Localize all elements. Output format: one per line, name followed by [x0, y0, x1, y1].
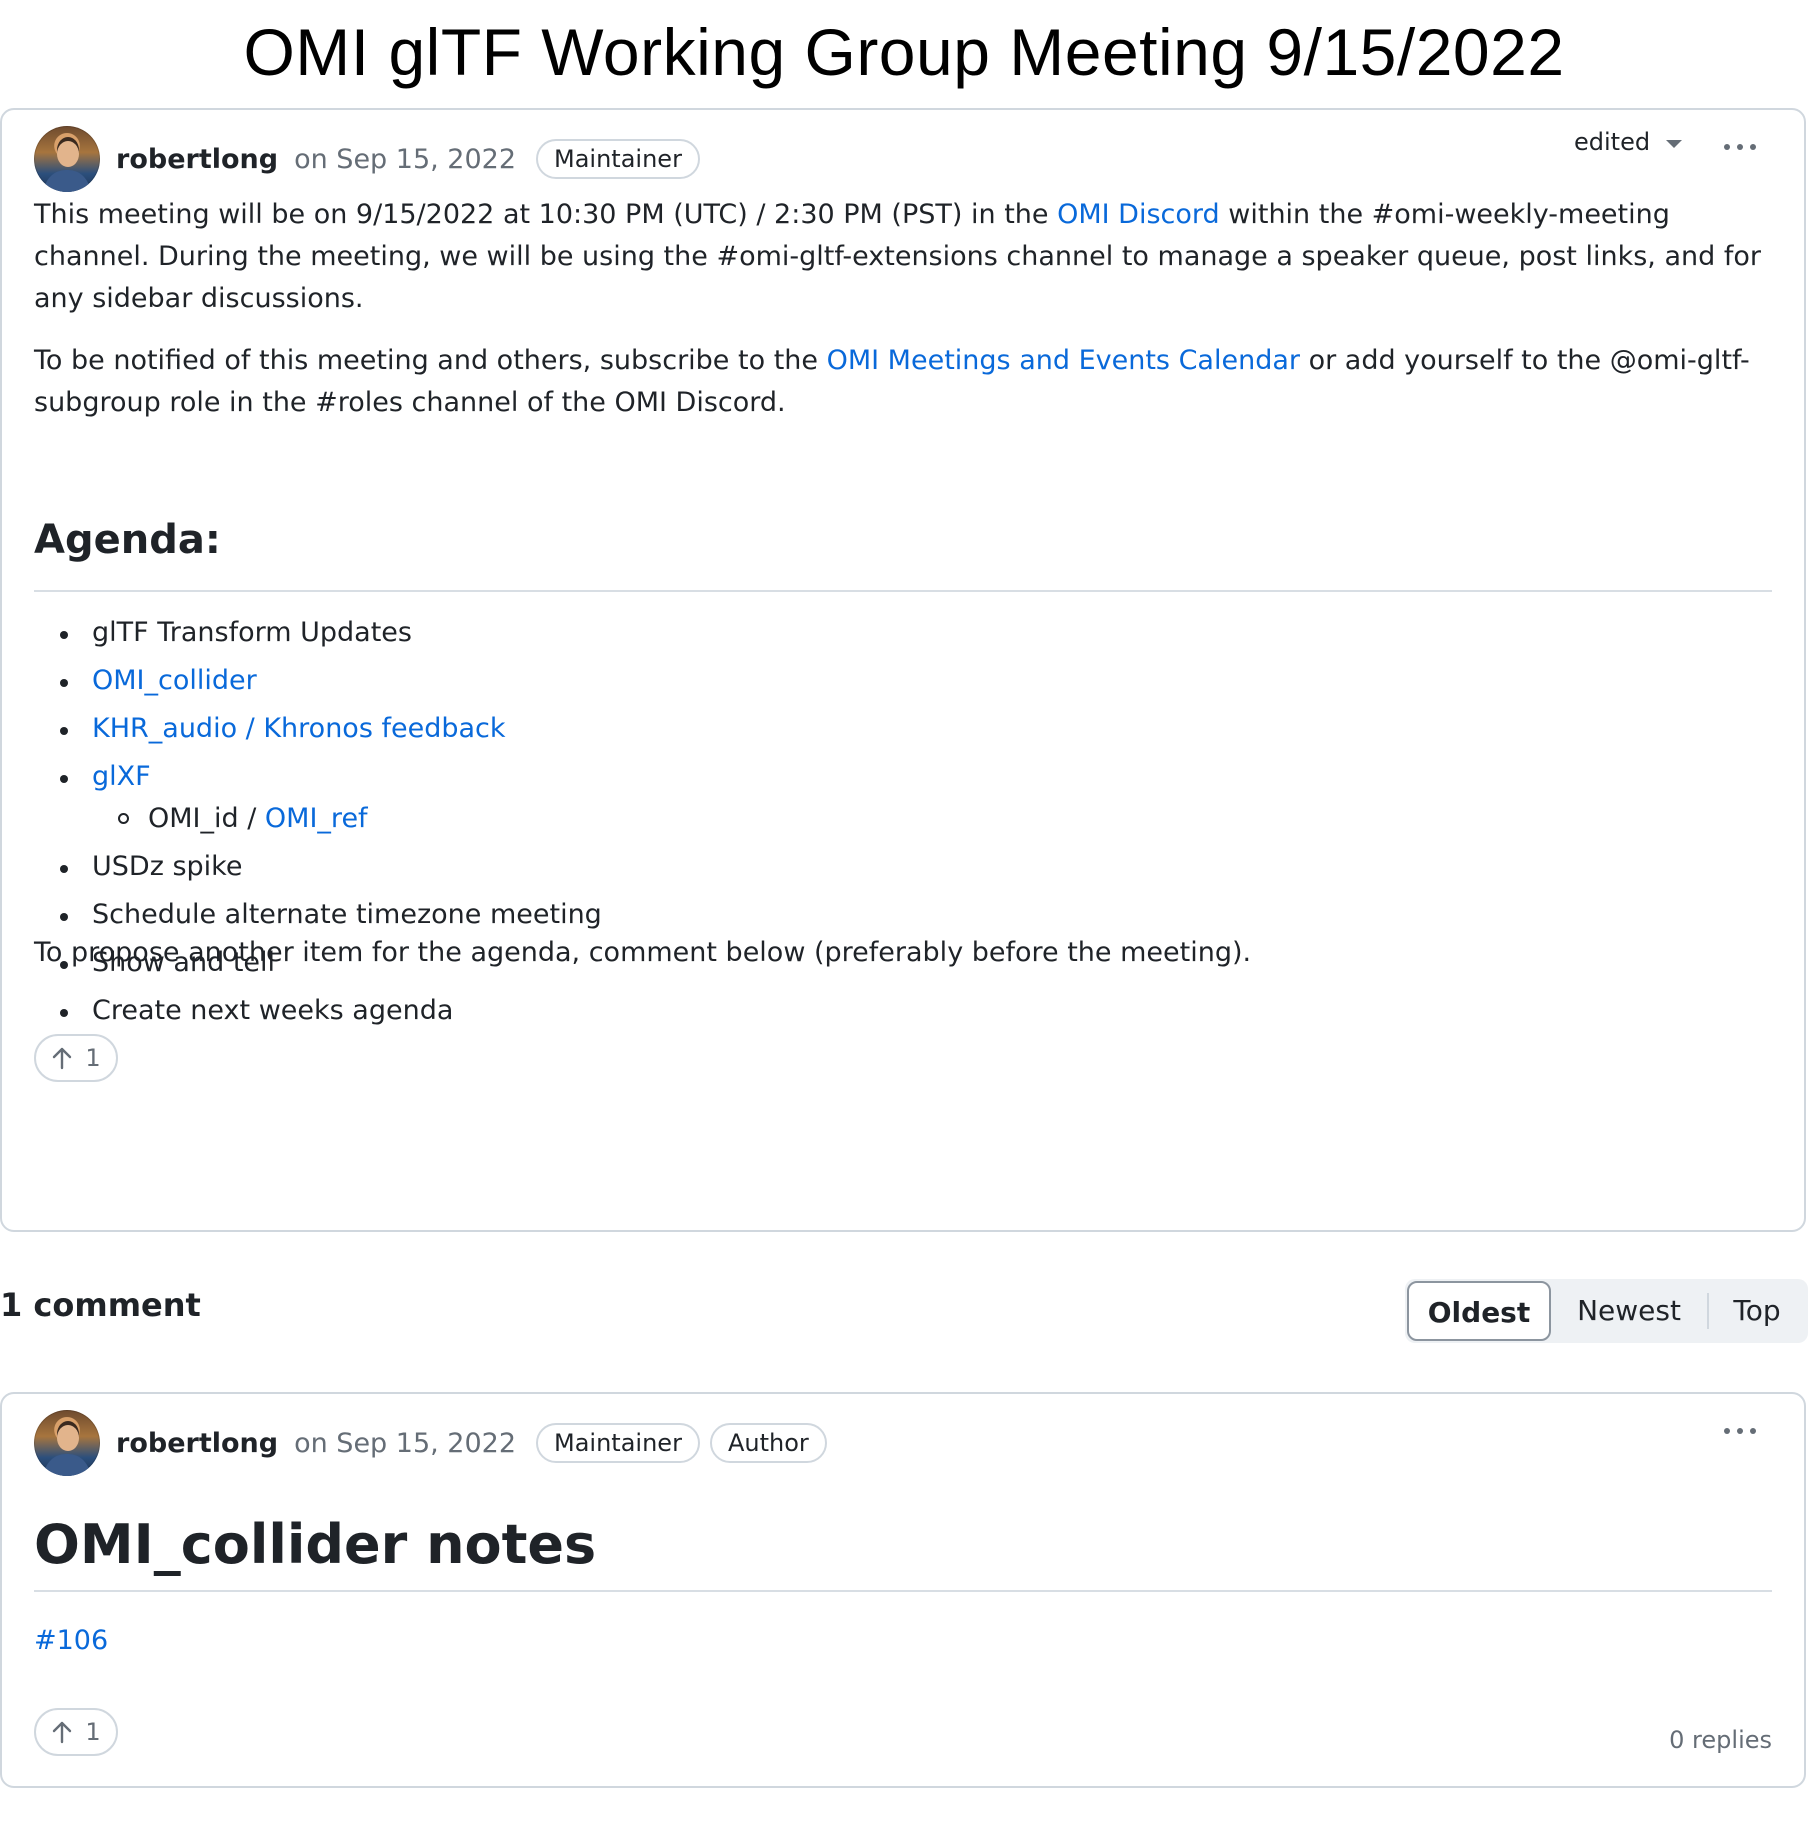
- glxf-link[interactable]: glXF: [92, 761, 151, 792]
- comments-count: 1 comment: [0, 1286, 201, 1324]
- upvote-count: 1: [85, 1044, 101, 1072]
- issue-106-link[interactable]: #106: [34, 1625, 108, 1656]
- agenda-heading: Agenda:: [34, 510, 1772, 592]
- agenda-item-text: USDz spike: [92, 851, 243, 882]
- calendar-link[interactable]: OMI Meetings and Events Calendar: [827, 345, 1300, 376]
- upvote-count: 1: [85, 1718, 101, 1746]
- author-name[interactable]: robertlong: [116, 1428, 278, 1459]
- intro-paragraph: This meeting will be on 9/15/2022 at 10:…: [34, 194, 1772, 320]
- omi-discord-link[interactable]: OMI Discord: [1057, 199, 1220, 230]
- edited-label: edited: [1574, 128, 1651, 156]
- comment-heading: OMI_collider notes: [34, 1506, 1772, 1592]
- agenda-item: Create next weeks agenda: [60, 988, 602, 1036]
- kebab-horizontal-icon[interactable]: [1724, 1428, 1756, 1434]
- sort-top-button[interactable]: Top: [1709, 1281, 1805, 1341]
- kebab-horizontal-icon[interactable]: [1724, 144, 1756, 150]
- arrow-up-icon: [53, 1047, 72, 1070]
- upvote-button[interactable]: 1: [34, 1034, 118, 1082]
- omi-collider-link[interactable]: OMI_collider: [92, 665, 257, 696]
- agenda-item-text: Schedule alternate timezone meeting: [92, 899, 602, 930]
- maintainer-badge: Maintainer: [536, 139, 700, 179]
- avatar[interactable]: [34, 126, 100, 192]
- agenda-item: glXF OMI_id / OMI_ref: [60, 754, 602, 844]
- page-title: OMI glTF Working Group Meeting 9/15/2022: [243, 15, 1565, 89]
- comment-date[interactable]: on Sep 15, 2022: [294, 1428, 516, 1459]
- author-name[interactable]: robertlong: [116, 144, 278, 175]
- post-header: robertlong on Sep 15, 2022 Maintainer: [34, 126, 700, 192]
- comment: robertlong on Sep 15, 2022 Maintainer Au…: [0, 1392, 1806, 1788]
- upvote-button[interactable]: 1: [34, 1708, 118, 1756]
- comment-header: robertlong on Sep 15, 2022 Maintainer Au…: [34, 1410, 827, 1476]
- discussion-post: robertlong on Sep 15, 2022 Maintainer ed…: [0, 108, 1806, 1232]
- footer-paragraph: To propose another item for the agenda, …: [34, 932, 1772, 974]
- post-date[interactable]: on Sep 15, 2022: [294, 144, 516, 175]
- agenda-sublist: OMI_id / OMI_ref: [92, 800, 602, 838]
- notify-paragraph: To be notified of this meeting and other…: [34, 340, 1772, 424]
- author-badge: Author: [709, 1423, 827, 1463]
- agenda-item: USDz spike: [60, 844, 602, 892]
- intro-text-1: This meeting will be on 9/15/2022 at 10:…: [34, 199, 1058, 230]
- sort-newest-button[interactable]: Newest: [1551, 1281, 1707, 1341]
- agenda-item-text: glTF Transform Updates: [92, 617, 412, 648]
- omi-ref-link[interactable]: OMI_ref: [265, 803, 368, 834]
- maintainer-badge: Maintainer: [536, 1423, 700, 1463]
- agenda-item-text: Create next weeks agenda: [92, 995, 454, 1026]
- comment-sort-tabs: Oldest Newest Top: [1405, 1279, 1808, 1343]
- replies-count[interactable]: 0 replies: [1669, 1726, 1772, 1754]
- agenda-item: KHR_audio / Khronos feedback: [60, 706, 602, 754]
- agenda-subitem-text: OMI_id /: [148, 803, 265, 834]
- edited-dropdown[interactable]: edited: [1574, 128, 1683, 156]
- arrow-up-icon: [53, 1721, 72, 1744]
- agenda-item: glTF Transform Updates: [60, 610, 602, 658]
- triangle-down-icon: [1666, 140, 1683, 148]
- notify-text-1: To be notified of this meeting and other…: [34, 345, 827, 376]
- avatar[interactable]: [34, 1410, 100, 1476]
- agenda-subitem: OMI_id / OMI_ref: [118, 800, 602, 838]
- agenda-item: OMI_collider: [60, 658, 602, 706]
- khr-audio-link[interactable]: KHR_audio / Khronos feedback: [92, 713, 506, 744]
- sort-oldest-button[interactable]: Oldest: [1407, 1281, 1551, 1341]
- comment-body: #106: [34, 1620, 1772, 1662]
- footer-text: To propose another item for the agenda, …: [34, 937, 1252, 968]
